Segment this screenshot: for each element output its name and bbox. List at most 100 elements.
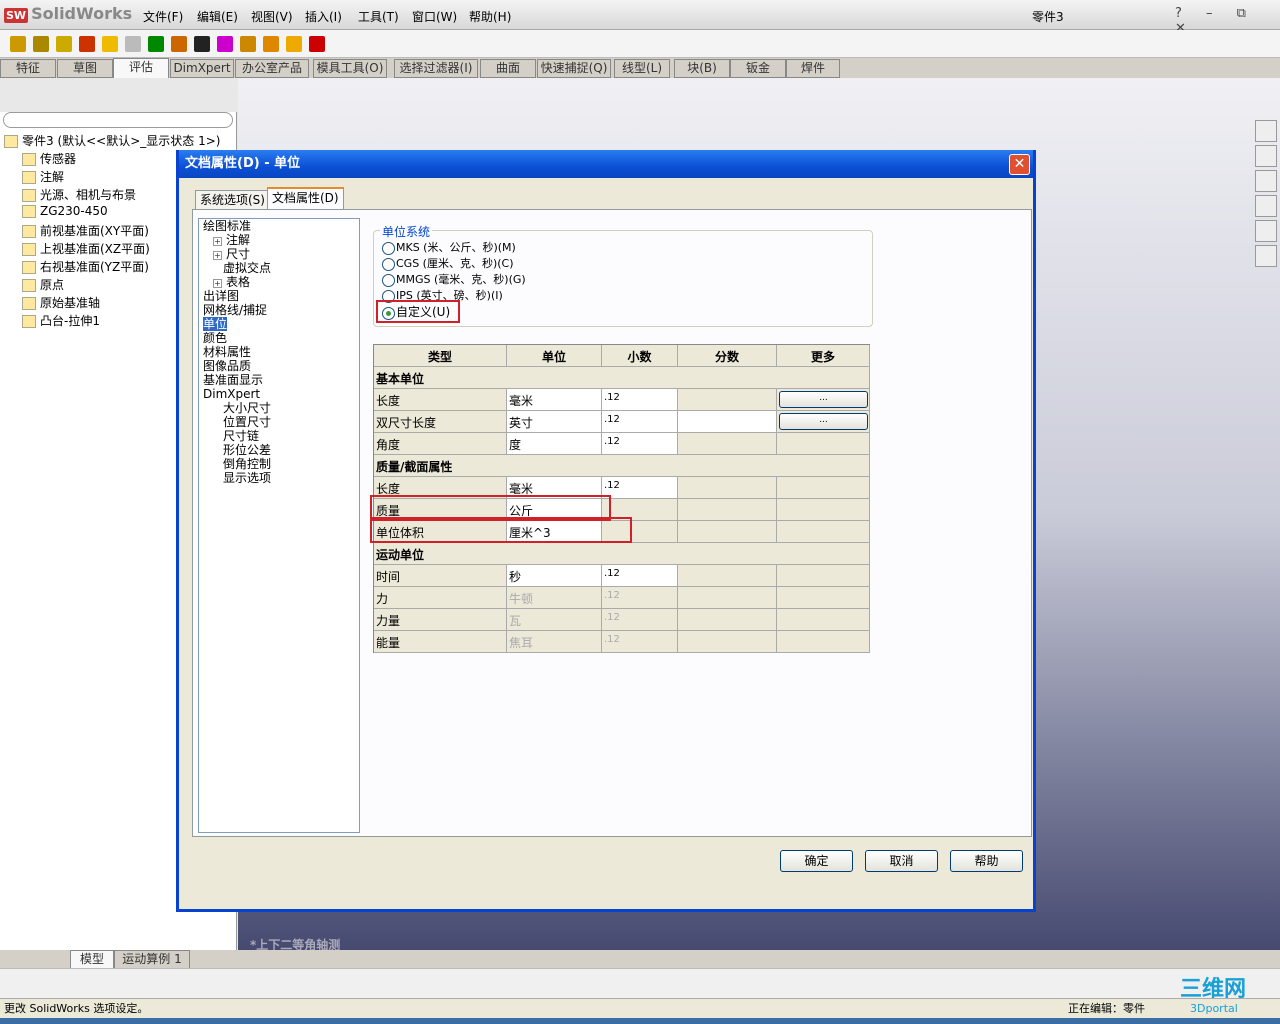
tree-item[interactable]: 原始基准轴 (22, 294, 100, 311)
view-palette-icon[interactable] (1255, 195, 1277, 217)
tree-node[interactable]: 绘图标准 (203, 219, 251, 233)
expand-icon[interactable]: + (213, 251, 222, 260)
menu-item[interactable]: 编辑(E) (197, 8, 238, 25)
tab-6[interactable]: 选择过滤器(I) (394, 59, 478, 78)
unit-select[interactable]: 秒 (507, 565, 602, 587)
tab-0[interactable]: 特征 (0, 59, 56, 78)
menu-item[interactable]: 视图(V) (251, 8, 293, 25)
tab-8[interactable]: 快速捕捉(Q) (537, 59, 611, 78)
tab-9[interactable]: 线型(L) (614, 59, 670, 78)
library-icon[interactable] (1255, 145, 1277, 167)
decimal-select[interactable]: .12 (602, 587, 678, 609)
decimal-select[interactable]: .12 (602, 477, 678, 499)
tab-system-options[interactable]: 系统选项(S) (195, 190, 270, 210)
unit-select[interactable]: 瓦 (507, 609, 602, 631)
tab-4[interactable]: 办公室产品 (235, 59, 309, 78)
tab-3[interactable]: DimXpert (170, 59, 234, 78)
tree-node[interactable]: 倒角控制 (223, 457, 271, 471)
tree-node[interactable]: 大小尺寸 (223, 401, 271, 415)
more-button[interactable]: ... (779, 413, 868, 430)
expand-icon[interactable]: + (213, 237, 222, 246)
home-icon[interactable] (1255, 120, 1277, 142)
toolbar-icon[interactable] (102, 36, 118, 52)
radio-circle[interactable] (382, 257, 395, 271)
radio-option[interactable]: MMGS (毫米、克、秒)(G) (382, 271, 526, 287)
decimal-select[interactable]: .12 (602, 631, 678, 653)
expand-icon[interactable]: + (213, 279, 222, 288)
folder-icon[interactable] (1255, 170, 1277, 192)
radio-circle[interactable] (382, 273, 395, 287)
toolbar-icon[interactable] (194, 36, 210, 52)
tab-2[interactable]: 评估 (113, 58, 169, 79)
tree-node[interactable]: 形位公差 (223, 443, 271, 457)
tree-node[interactable]: 出详图 (203, 289, 239, 303)
ok-button[interactable]: 确定 (780, 850, 853, 872)
toolbar-icon[interactable] (171, 36, 187, 52)
toolbar-icon[interactable] (33, 36, 49, 52)
toolbar-icon[interactable] (125, 36, 141, 52)
tree-node[interactable]: 虚拟交点 (223, 261, 271, 275)
tab-document-properties[interactable]: 文档属性(D) (267, 187, 344, 210)
tree-node[interactable]: 网格线/捕捉 (203, 303, 267, 317)
toolbar-icon[interactable] (263, 36, 279, 52)
decimal-select[interactable]: .12 (602, 609, 678, 631)
close-icon[interactable]: ✕ (1009, 154, 1030, 175)
radio-circle[interactable] (382, 241, 395, 255)
tree-node[interactable]: 图像品质 (203, 359, 251, 373)
solidworks-logo[interactable]: SW SolidWorks (4, 4, 132, 23)
tree-node[interactable]: 显示选项 (223, 471, 271, 485)
decimal-select[interactable]: .12 (602, 389, 678, 411)
tree-item[interactable]: 右视基准面(YZ平面) (22, 258, 149, 275)
tree-node[interactable]: 颜色 (203, 331, 227, 345)
tab-12[interactable]: 焊件 (786, 59, 840, 78)
toolbar-icon[interactable] (217, 36, 233, 52)
menu-item[interactable]: 工具(T) (358, 8, 399, 25)
tree-item[interactable]: 光源、相机与布景 (22, 186, 136, 203)
tree-node[interactable]: 材料属性 (203, 345, 251, 359)
toolbar-icon[interactable] (10, 36, 26, 52)
radio-option[interactable]: CGS (厘米、克、秒)(C) (382, 255, 514, 271)
tree-node[interactable]: 单位 (203, 317, 228, 331)
filter-input[interactable] (3, 112, 233, 128)
tree-node[interactable]: DimXpert (203, 387, 260, 401)
unit-select[interactable]: 毫米 (507, 389, 602, 411)
decimal-select[interactable]: .12 (602, 411, 678, 433)
column-header[interactable]: 更多 (777, 345, 870, 367)
tab-5[interactable]: 模具工具(O) (313, 59, 387, 78)
custom-properties-icon[interactable] (1255, 245, 1277, 267)
tree-item[interactable]: 凸台-拉伸1 (22, 312, 100, 329)
decimal-select[interactable]: .12 (602, 433, 678, 455)
toolbar-icon[interactable] (309, 36, 325, 52)
tree-item[interactable]: 注解 (22, 168, 64, 185)
radio-option[interactable]: MKS (米、公斤、秒)(M) (382, 239, 516, 255)
menu-item[interactable]: 文件(F) (143, 8, 183, 25)
tab-motion-study[interactable]: 运动算例 1 (114, 950, 190, 969)
unit-select[interactable]: 英寸 (507, 411, 602, 433)
column-header[interactable]: 类型 (374, 345, 507, 367)
toolbar-icon[interactable] (148, 36, 164, 52)
unit-select[interactable]: 度 (507, 433, 602, 455)
toolbar-icon[interactable] (240, 36, 256, 52)
tree-item[interactable]: 传感器 (22, 150, 76, 167)
tree-node[interactable]: 基准面显示 (203, 373, 263, 387)
decimal-select[interactable]: .12 (602, 565, 678, 587)
toolbar-icon[interactable] (286, 36, 302, 52)
column-header[interactable]: 单位 (507, 345, 602, 367)
cancel-button[interactable]: 取消 (865, 850, 938, 872)
tree-item[interactable]: 原点 (22, 276, 64, 293)
tab-7[interactable]: 曲面 (480, 59, 536, 78)
tree-item[interactable]: 前视基准面(XY平面) (22, 222, 149, 239)
more-button[interactable]: ... (779, 391, 868, 408)
menu-item[interactable]: 插入(I) (305, 8, 342, 25)
tree-node[interactable]: + 表格 (213, 275, 250, 289)
tab-10[interactable]: 块(B) (674, 59, 730, 78)
appearance-icon[interactable] (1255, 220, 1277, 242)
tree-node[interactable]: + 注解 (213, 233, 250, 247)
column-header[interactable]: 分数 (678, 345, 777, 367)
tree-node[interactable]: + 尺寸 (213, 247, 250, 261)
tree-node[interactable]: 位置尺寸 (223, 415, 271, 429)
column-header[interactable]: 小数 (602, 345, 678, 367)
tab-1[interactable]: 草图 (57, 59, 113, 78)
menu-item[interactable]: 窗口(W) (412, 8, 457, 25)
tree-item[interactable]: 上视基准面(XZ平面) (22, 240, 150, 257)
